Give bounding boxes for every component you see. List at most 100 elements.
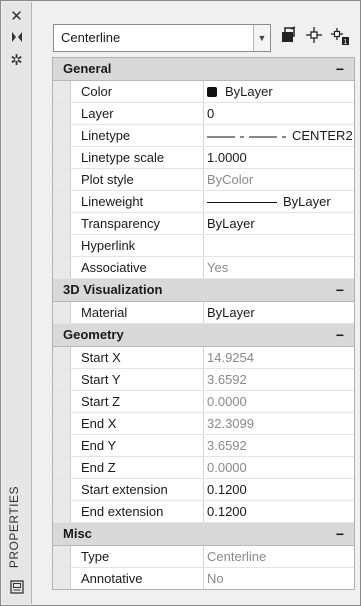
svg-text:1: 1 <box>343 39 347 46</box>
property-name: Type <box>71 546 204 567</box>
property-row-end-z[interactable]: End Z 0.0000 <box>53 457 354 479</box>
collapse-icon[interactable]: − <box>336 58 344 80</box>
property-value[interactable]: 0 <box>204 103 354 124</box>
property-value: Centerline <box>207 549 267 564</box>
property-value[interactable]: CENTER2 <box>204 125 354 146</box>
property-row-color[interactable]: Color ByLayer <box>53 81 354 103</box>
property-name: Lineweight <box>71 191 204 212</box>
properties-palette: ✕ ✲ PROPERTIES Centerline ▼ 1 General − … <box>0 0 361 606</box>
object-type-value: Centerline <box>61 30 121 45</box>
property-name: End X <box>71 413 204 434</box>
object-type-dropdown[interactable]: Centerline ▼ <box>53 24 271 52</box>
property-value[interactable]: 1.0000 <box>204 147 354 168</box>
property-name: End Z <box>71 457 204 478</box>
property-value: 0.0000 <box>207 394 247 409</box>
row-gutter <box>53 169 71 190</box>
section-3d-visualization[interactable]: 3D Visualization − <box>53 279 354 302</box>
row-gutter <box>53 413 71 434</box>
autohide-glyph <box>11 32 22 42</box>
property-row-material[interactable]: Material ByLayer <box>53 302 354 324</box>
property-row-lineweight[interactable]: Lineweight ByLayer <box>53 191 354 213</box>
row-gutter <box>53 457 71 478</box>
property-value: No <box>207 571 224 586</box>
property-value: ByColor <box>207 172 254 187</box>
property-row-layer[interactable]: Layer 0 <box>53 103 354 125</box>
property-row-start-y[interactable]: Start Y 3.6592 <box>53 369 354 391</box>
property-row-type[interactable]: Type Centerline <box>53 546 354 568</box>
property-name: Associative <box>71 257 204 278</box>
row-gutter <box>53 391 71 412</box>
section-title: General <box>63 61 112 76</box>
property-name: Start X <box>71 347 204 368</box>
row-gutter <box>53 546 71 567</box>
property-name: Linetype scale <box>71 147 204 168</box>
property-value-text: ByLayer <box>283 194 331 209</box>
collapse-icon[interactable]: − <box>336 279 344 301</box>
autohide-icon[interactable] <box>6 30 27 48</box>
row-gutter <box>53 235 71 256</box>
property-value-text: CENTER2 <box>292 128 353 143</box>
collapse-icon[interactable]: − <box>336 523 344 545</box>
section-general[interactable]: General − <box>53 58 354 81</box>
property-row-start-x[interactable]: Start X 14.9254 <box>53 347 354 369</box>
property-value: Yes <box>207 260 229 275</box>
property-value[interactable]: ByLayer <box>204 213 354 234</box>
property-row-hyperlink[interactable]: Hyperlink <box>53 235 354 257</box>
property-name: Annotative <box>71 568 204 589</box>
property-name: Color <box>71 81 204 102</box>
property-row-end-x[interactable]: End X 32.3099 <box>53 413 354 435</box>
quick-select-glyph <box>282 26 296 42</box>
property-value[interactable]: 0.1200 <box>204 501 354 522</box>
property-name: Linetype <box>71 125 204 146</box>
row-gutter <box>53 347 71 368</box>
row-gutter <box>53 147 71 168</box>
property-grid: General − Color ByLayer Layer 0 Linetype… <box>52 57 355 590</box>
property-value: 3.6592 <box>207 372 247 387</box>
property-value: 14.9254 <box>207 350 254 365</box>
property-row-plot-style[interactable]: Plot style ByColor <box>53 169 354 191</box>
section-title: Misc <box>63 526 92 541</box>
property-row-associative[interactable]: Associative Yes <box>53 257 354 279</box>
pickadd-icon[interactable]: 1 <box>329 26 351 48</box>
row-gutter <box>53 568 71 589</box>
property-name: Material <box>71 302 204 323</box>
linetype-sample-icon <box>207 136 286 138</box>
row-gutter <box>53 257 71 278</box>
row-gutter <box>53 501 71 522</box>
property-name: Plot style <box>71 169 204 190</box>
quick-select-icon[interactable] <box>277 26 299 48</box>
property-row-end-y[interactable]: End Y 3.6592 <box>53 435 354 457</box>
property-value: 3.6592 <box>207 438 247 453</box>
property-row-transparency[interactable]: Transparency ByLayer <box>53 213 354 235</box>
collapse-icon[interactable]: − <box>336 324 344 346</box>
property-row-linetype-scale[interactable]: Linetype scale 1.0000 <box>53 147 354 169</box>
property-row-start-z[interactable]: Start Z 0.0000 <box>53 391 354 413</box>
palette-icon[interactable] <box>6 580 27 598</box>
property-row-annotative[interactable]: Annotative No <box>53 568 354 589</box>
property-value[interactable]: 0.1200 <box>204 479 354 500</box>
select-objects-icon[interactable] <box>303 26 325 48</box>
row-gutter <box>53 125 71 146</box>
property-name: Transparency <box>71 213 204 234</box>
palette-title: PROPERTIES <box>7 485 21 568</box>
property-value[interactable]: ByLayer <box>204 302 354 323</box>
property-row-end-extension[interactable]: End extension 0.1200 <box>53 501 354 523</box>
palette-title-bar: ✕ ✲ PROPERTIES <box>2 2 32 604</box>
section-misc[interactable]: Misc − <box>53 523 354 546</box>
property-row-start-extension[interactable]: Start extension 0.1200 <box>53 479 354 501</box>
row-gutter <box>53 369 71 390</box>
property-row-linetype[interactable]: Linetype CENTER2 <box>53 125 354 147</box>
property-value[interactable] <box>204 235 354 256</box>
property-value[interactable]: ByLayer <box>204 191 354 212</box>
property-value[interactable]: ByLayer <box>204 81 354 102</box>
section-geometry[interactable]: Geometry − <box>53 324 354 347</box>
row-gutter <box>53 302 71 323</box>
settings-icon[interactable]: ✲ <box>6 52 27 70</box>
close-icon[interactable]: ✕ <box>6 8 27 26</box>
row-gutter <box>53 103 71 124</box>
chevron-down-icon[interactable]: ▼ <box>253 25 270 51</box>
palette-glyph <box>9 580 24 594</box>
property-name: End extension <box>71 501 204 522</box>
property-name: Start extension <box>71 479 204 500</box>
property-name: End Y <box>71 435 204 456</box>
